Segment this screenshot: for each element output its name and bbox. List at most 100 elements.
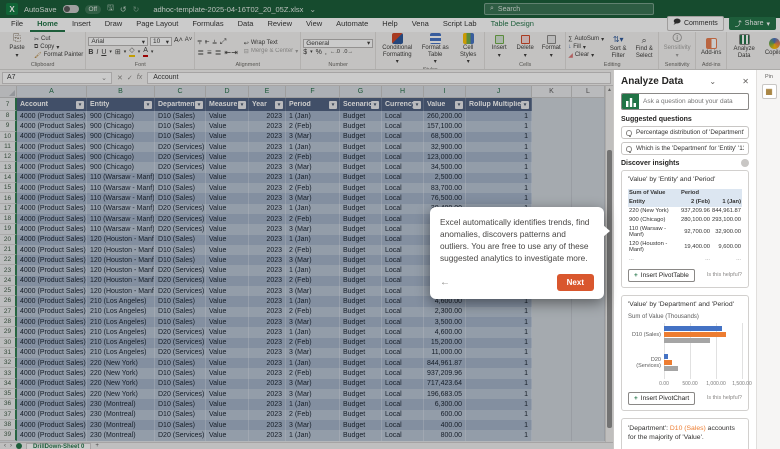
cell[interactable]: Budget [340,172,382,184]
cell[interactable]: Local [382,183,424,194]
cell[interactable]: 2 (Feb) [286,183,340,194]
borders-icon[interactable]: ⊞ [115,48,121,56]
clear-button[interactable]: ◢ Clear ▾ [568,52,604,59]
accounting-format-icon[interactable]: $ [303,49,307,56]
cell[interactable]: Local [382,111,424,122]
cell[interactable]: Budget [340,203,382,214]
cell[interactable]: 2023 [249,203,286,214]
cell[interactable]: D10 (Sales) [155,183,206,194]
tab-view[interactable]: View [299,17,329,32]
cell[interactable] [532,378,572,390]
cell[interactable] [572,419,605,431]
cell[interactable]: 4000 (Product Sales) [17,111,87,122]
cell[interactable]: 1 [466,193,532,204]
row-number[interactable]: 33 [0,368,17,379]
cell[interactable]: Local [382,234,424,245]
cell[interactable]: D20 (Services) [155,337,206,348]
copilot-button[interactable]: Copilot [761,37,780,57]
cell[interactable]: 2023 [249,347,286,359]
format-cells-button[interactable]: Format ▾ [539,34,563,59]
cell[interactable]: Local [382,286,424,297]
cell[interactable]: Value [206,234,249,245]
cell[interactable]: 2023 [249,141,286,153]
cell[interactable]: 4000 (Product Sales) [17,244,87,256]
cell[interactable]: Value [206,275,249,287]
cell[interactable] [532,172,572,184]
cell[interactable]: 68,500.00 [424,131,466,142]
cell[interactable]: Budget [340,255,382,266]
cell[interactable]: 120 (Houston - Manf) [87,265,155,276]
column-letter-K[interactable]: K [532,86,572,97]
select-all-corner[interactable] [0,86,17,97]
cell[interactable]: 4000 (Product Sales) [17,162,87,173]
cell[interactable]: Value [206,378,249,390]
align-left-icon[interactable]: ≣ [197,48,204,57]
cell[interactable]: 2023 [249,265,286,276]
cell[interactable]: Budget [340,183,382,194]
cell[interactable]: 1 (Jan) [286,358,340,369]
column-header-period[interactable]: Period ▾ [286,98,340,111]
cell[interactable]: 1 [466,172,532,184]
cell[interactable]: 4000 (Product Sales) [17,193,87,204]
tab-vena[interactable]: Vena [405,17,436,32]
cell[interactable]: 6,300.00 [424,399,466,410]
cell[interactable]: 120 (Houston - Manf) [87,234,155,245]
cell[interactable] [532,430,572,441]
cell[interactable] [532,121,572,132]
cell[interactable]: 196,683.05 [424,389,466,400]
fill-color-icon[interactable]: ◇ [129,47,135,57]
suggested-question-1[interactable]: Percentage distribution of 'Department' [621,126,749,139]
cell[interactable]: 1 [466,131,532,142]
cell[interactable]: 4000 (Product Sales) [17,131,87,142]
cell[interactable]: 2 (Feb) [286,121,340,132]
row-number[interactable]: 26 [0,296,17,307]
cell[interactable]: 4000 (Product Sales) [17,389,87,400]
cell[interactable]: Budget [340,224,382,235]
cell[interactable]: Local [382,121,424,132]
column-letter-D[interactable]: D [206,86,249,97]
cell[interactable]: 4000 (Product Sales) [17,378,87,390]
copy-button[interactable]: ⧉ Copy ▾ [34,44,83,51]
cell[interactable]: 2 (Feb) [286,306,340,317]
cell[interactable]: D20 (Services) [155,141,206,153]
cell[interactable]: Local [382,224,424,235]
row-number[interactable]: 20 [0,234,17,245]
number-format-combo[interactable]: General ▾ [303,38,374,48]
cell[interactable]: 2023 [249,399,286,410]
cell[interactable]: 2023 [249,111,286,122]
cell[interactable]: Value [206,131,249,142]
cell[interactable]: 210 (Los Angeles) [87,327,155,338]
filter-dropdown-icon[interactable]: ▾ [144,100,152,109]
cell[interactable]: 844,961.87 [424,358,466,369]
row-number[interactable]: 23 [0,265,17,276]
cell[interactable]: D10 (Sales) [155,368,206,379]
cell[interactable]: 1 [466,419,532,431]
cell[interactable]: Local [382,255,424,266]
cell[interactable]: Value [206,224,249,235]
cell[interactable] [572,162,605,173]
cell[interactable]: D10 (Sales) [155,121,206,132]
conditional-formatting-button[interactable]: Conditional Formatting ▾ [378,33,416,66]
cell[interactable]: Local [382,131,424,142]
cell[interactable]: D10 (Sales) [155,419,206,431]
cell[interactable]: 2023 [249,255,286,266]
cell[interactable]: 110 (Warsaw - Manf) [87,183,155,194]
cell[interactable]: 1 [466,316,532,328]
cell[interactable]: Local [382,244,424,256]
cell[interactable]: 4000 (Product Sales) [17,419,87,431]
cell[interactable]: 1 [466,358,532,369]
comma-format-icon[interactable]: , [325,49,327,56]
filter-dropdown-icon[interactable]: ▾ [455,100,463,109]
row-number[interactable]: 27 [0,306,17,317]
bold-button[interactable]: B [88,49,93,56]
column-letter-F[interactable]: F [286,86,340,97]
cell[interactable]: D10 (Sales) [155,193,206,204]
cut-button[interactable]: ✂ Cut [34,36,83,43]
paste-button[interactable]: ⎘ Paste ▾ [2,34,32,59]
cell[interactable] [572,327,605,338]
cell[interactable]: Budget [340,358,382,369]
cell[interactable]: 2023 [249,378,286,390]
cell[interactable]: 2023 [249,275,286,287]
row-number[interactable]: 9 [0,121,17,132]
row-number[interactable]: 29 [0,327,17,338]
